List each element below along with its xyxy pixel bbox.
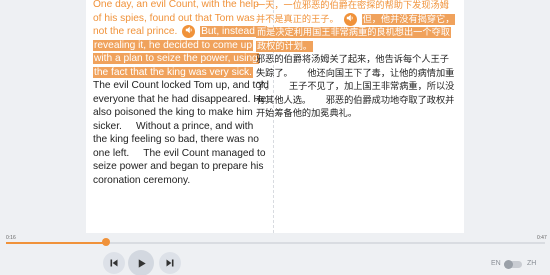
chinese-paragraph-2: 邪恶的伯爵将汤姆关了起来，他告诉每个人王子失踪了。 他还向国王下了毒，让他的病情… — [256, 53, 458, 121]
chinese-column: 一天，一位邪恶的伯爵在密探的帮助下发现汤姆并不是真正的王子。 但，他并没有揭穿它… — [256, 0, 458, 121]
progress-fill — [6, 242, 106, 244]
speaker-icon[interactable] — [182, 25, 196, 38]
english-paragraph-2: The evil Count locked Tom up, and told e… — [93, 79, 269, 187]
reader-panel: One day, an evil Count, with the help of… — [86, 0, 464, 233]
language-label-zh: ZH — [527, 260, 537, 267]
next-sentence-button[interactable] — [159, 252, 181, 274]
play-button[interactable] — [128, 250, 154, 275]
previous-sentence-button[interactable] — [103, 252, 125, 274]
speaker-icon[interactable] — [343, 12, 357, 26]
language-toggle[interactable] — [504, 260, 522, 269]
elapsed-time: 0:16 — [6, 235, 16, 241]
chinese-paragraph-1: 一天，一位邪恶的伯爵在密探的帮助下发现汤姆并不是真正的王子。 但，他并没有揭穿它… — [256, 0, 458, 53]
total-time: 0:47 — [537, 235, 547, 241]
english-sentence-2[interactable]: The evil Count locked Tom up, and told e… — [93, 80, 269, 105]
play-icon — [138, 258, 146, 268]
progress-thumb[interactable] — [101, 238, 110, 246]
toggle-knob — [504, 260, 513, 269]
english-column: One day, an evil Count, with the help of… — [93, 0, 269, 187]
skip-forward-icon — [166, 259, 174, 267]
language-label-en: EN — [491, 260, 501, 267]
progress-track[interactable] — [6, 242, 545, 244]
skip-back-icon — [110, 259, 118, 267]
english-paragraph-1: One day, an evil Count, with the help of… — [93, 0, 269, 79]
